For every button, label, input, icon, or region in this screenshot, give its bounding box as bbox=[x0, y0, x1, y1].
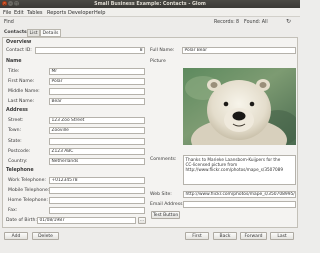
mobile-telephone-field[interactable] bbox=[49, 187, 145, 194]
menu-developer[interactable]: Developer bbox=[68, 10, 94, 16]
comments-label: Comments: bbox=[150, 157, 177, 162]
fax-label: Fax: bbox=[8, 208, 18, 213]
window-title: Small Business Example: Contacts - Glom bbox=[94, 1, 206, 7]
polar-bear-image bbox=[183, 68, 296, 145]
email-label: Email Address: bbox=[150, 202, 185, 207]
state-field[interactable] bbox=[49, 138, 145, 145]
contact-picture[interactable] bbox=[183, 68, 296, 145]
comments-textarea[interactable]: Thanks to Marieke Laansbom-Kuijpers for … bbox=[183, 155, 296, 185]
home-telephone-field[interactable] bbox=[49, 197, 145, 204]
home-telephone-label: Home Telephone: bbox=[8, 198, 48, 203]
email-field[interactable] bbox=[183, 201, 296, 208]
menu-tables[interactable]: Tables bbox=[27, 10, 43, 16]
name-heading: Name bbox=[6, 59, 22, 64]
back-button[interactable]: Back bbox=[213, 232, 237, 240]
last-name-field[interactable]: Bear bbox=[49, 98, 145, 105]
first-name-field[interactable]: Polar bbox=[49, 78, 145, 85]
bottom-bar: Add Delete First Back Forward Last bbox=[0, 229, 300, 253]
records-label: Records: bbox=[214, 19, 235, 25]
last-name-label: Last Name: bbox=[8, 99, 35, 104]
street-field[interactable]: 123 Zoo Street bbox=[49, 117, 145, 124]
find-button[interactable]: Find bbox=[4, 20, 14, 25]
app-window: × – □ Small Business Example: Contacts -… bbox=[0, 0, 300, 253]
full-name-label: Full Name: bbox=[150, 48, 175, 53]
test-button[interactable]: Test Button bbox=[151, 211, 180, 219]
title-bar[interactable]: × – □ Small Business Example: Contacts -… bbox=[0, 0, 300, 8]
delete-button[interactable]: Delete bbox=[32, 232, 59, 240]
postcode-label: Postcode: bbox=[8, 149, 31, 154]
menu-help[interactable]: Help bbox=[94, 10, 105, 16]
add-button[interactable]: Add bbox=[4, 232, 28, 240]
menu-file[interactable]: File bbox=[3, 10, 11, 16]
telephone-heading: Telephone bbox=[6, 168, 34, 173]
overview-heading: Overview bbox=[6, 40, 32, 45]
comment-line: http://www.flickr.com/photos/mape_s/3507… bbox=[185, 166, 284, 172]
comment-line: Thanks to Marieke Laansbom-Kuijpers for … bbox=[185, 156, 281, 162]
records-count: 8 bbox=[236, 19, 240, 25]
street-label: Street: bbox=[8, 118, 24, 123]
menu-reports[interactable]: Reports bbox=[47, 10, 66, 16]
fax-field[interactable] bbox=[49, 207, 145, 214]
postcode-field[interactable]: Z123 ABC bbox=[49, 148, 145, 155]
contact-id-label: Contact ID: bbox=[6, 48, 32, 53]
forward-button[interactable]: Forward bbox=[240, 232, 267, 240]
town-field[interactable]: Zooville bbox=[49, 127, 145, 134]
middle-name-label: Middle Name: bbox=[8, 89, 40, 94]
web-site-field[interactable]: http://www.flickr.com/photos/mape_s/3507… bbox=[183, 191, 296, 198]
full-name-field[interactable]: Polar Bear bbox=[182, 47, 296, 54]
state-label: State: bbox=[8, 139, 22, 144]
tab-details[interactable]: Details bbox=[40, 29, 61, 37]
web-site-label: Web Site: bbox=[150, 192, 172, 197]
address-heading: Address bbox=[6, 108, 28, 113]
country-field[interactable]: Netherlands bbox=[49, 158, 145, 165]
date-of-birth-label: Date of Birth: bbox=[6, 218, 37, 223]
first-record-button[interactable]: First bbox=[185, 232, 209, 240]
work-telephone-label: Work Telephone: bbox=[8, 178, 46, 183]
title-field[interactable]: Mr bbox=[49, 68, 145, 75]
first-name-label: First Name: bbox=[8, 79, 35, 84]
mobile-telephone-label: Mobile Telephone: bbox=[8, 188, 50, 193]
title-label: Title: bbox=[8, 69, 20, 74]
date-picker-button[interactable]: ... bbox=[138, 216, 146, 224]
toolbar: Find Records: 8 Found: All ↻ bbox=[0, 17, 300, 27]
date-of-birth-field[interactable]: 01/08/1987 bbox=[37, 217, 136, 224]
found-label: Found: All bbox=[244, 19, 268, 25]
middle-name-field[interactable] bbox=[49, 88, 145, 95]
menu-bar: File Edit Tables Reports Developer Help bbox=[0, 8, 300, 17]
last-record-button[interactable]: Last bbox=[270, 232, 294, 240]
picture-label: Picture bbox=[150, 59, 166, 64]
tab-list[interactable]: List bbox=[27, 29, 41, 37]
menu-edit[interactable]: Edit bbox=[14, 10, 24, 16]
table-name-label: Contacts bbox=[4, 30, 27, 35]
refresh-icon[interactable]: ↻ bbox=[286, 18, 291, 25]
contact-id-field[interactable]: 8 bbox=[35, 47, 145, 54]
country-label: Country: bbox=[8, 159, 28, 164]
town-label: Town: bbox=[8, 128, 22, 133]
work-telephone-field[interactable]: +01234578 bbox=[49, 177, 145, 184]
